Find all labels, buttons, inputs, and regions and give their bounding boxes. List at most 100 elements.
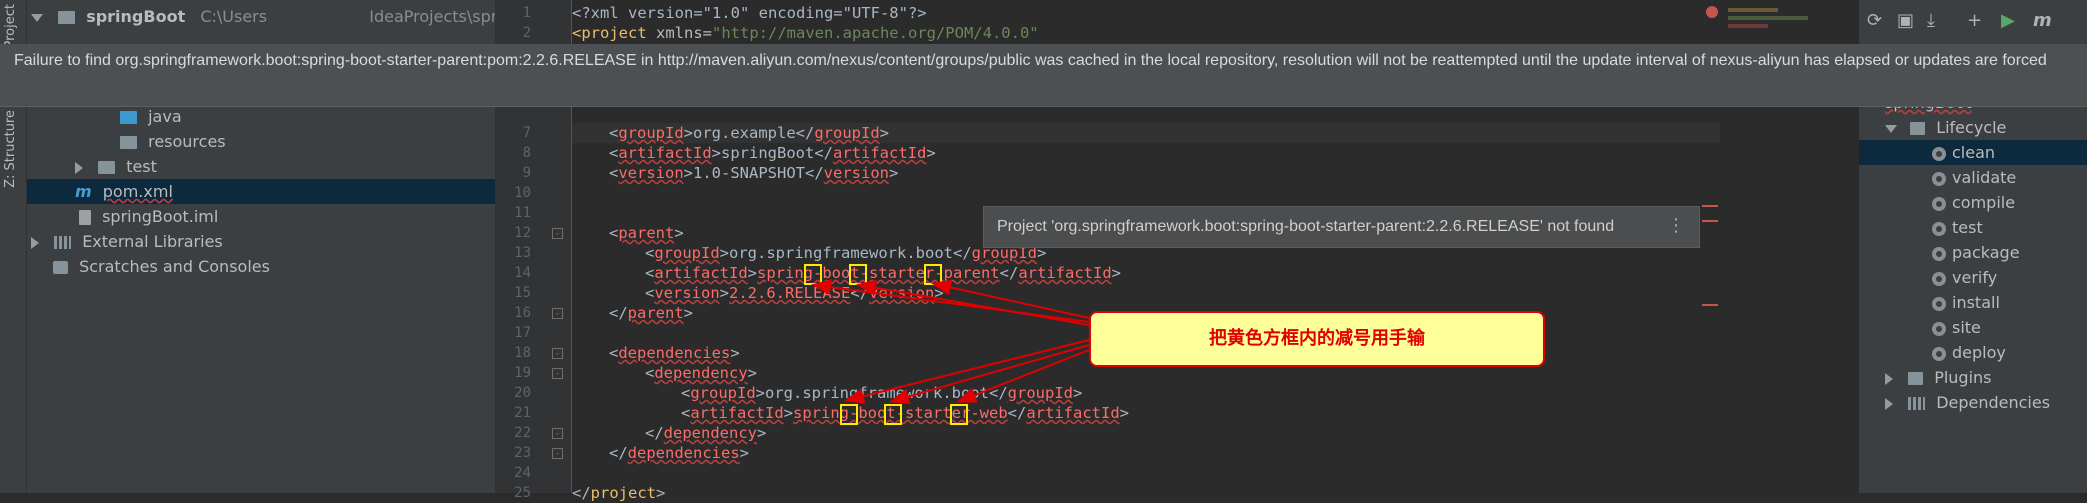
hyphen-highlight-box <box>849 264 867 285</box>
tree-item-scratches[interactable]: Scratches and Consoles <box>53 254 270 279</box>
fold-marker-icon[interactable]: - <box>552 448 563 459</box>
gear-icon <box>1932 146 1946 161</box>
goal-clean[interactable]: clean <box>1859 140 2087 165</box>
line-number: 18 <box>514 345 531 361</box>
code-line-21: <artifactId>spring-boot-starter-web</art… <box>681 404 1129 422</box>
add-folder-icon[interactable]: ▣ <box>1897 10 1914 31</box>
line-number: 16 <box>514 305 531 321</box>
line-number: 24 <box>514 465 531 481</box>
tree-item-label: springBoot.iml <box>102 207 219 226</box>
code-line-20: <groupId>org.springframework.boot</group… <box>681 384 1083 402</box>
gear-icon <box>1932 246 1946 261</box>
hyphen-highlight-box <box>840 404 858 425</box>
line-number: 20 <box>514 385 531 401</box>
gear-icon <box>1932 296 1946 311</box>
run-icon[interactable]: ▶ <box>2001 10 2015 31</box>
goal-verify[interactable]: verify <box>1932 265 1997 290</box>
project-root-row[interactable]: springBoot C:\Users IdeaProjects\springB… <box>31 4 559 29</box>
line-number: 13 <box>514 245 531 261</box>
tree-item-test[interactable]: test <box>75 154 157 179</box>
fold-marker-icon[interactable]: - <box>552 308 563 319</box>
dependencies-icon <box>1908 397 1926 410</box>
expand-arrow-icon[interactable] <box>1885 124 1897 133</box>
code-line-18: <dependencies> <box>609 344 740 362</box>
folder-icon <box>98 161 116 174</box>
line-number: 17 <box>514 325 531 341</box>
code-line-8: <artifactId>springBoot</artifactId> <box>609 144 936 162</box>
fold-marker-icon[interactable]: - <box>552 368 563 379</box>
goal-package[interactable]: package <box>1932 240 2020 265</box>
error-stripe-mark[interactable] <box>1702 205 1718 207</box>
error-popup[interactable]: Project 'org.springframework.boot:spring… <box>983 206 1700 248</box>
tree-item-label: java <box>148 107 182 126</box>
plus-icon[interactable]: + <box>1967 10 1982 31</box>
notification-message: Failure to find org.springframework.boot… <box>14 52 2047 69</box>
tree-item-label: test <box>126 157 157 176</box>
error-indicator-icon[interactable] <box>1706 6 1718 18</box>
code-line-15: <version>2.2.6.RELEASE</version> <box>645 284 944 302</box>
line-number: 9 <box>522 165 531 181</box>
download-icon[interactable]: ⤓ <box>1927 10 1935 31</box>
tree-item-external-libraries[interactable]: External Libraries <box>31 229 223 254</box>
line-number: 25 <box>514 485 531 501</box>
popup-message: Project 'org.springframework.boot:spring… <box>997 218 1615 235</box>
expand-arrow-icon[interactable] <box>1885 397 1893 410</box>
code-line-9: <version>1.0-SNAPSHOT</version> <box>609 164 899 182</box>
project-root-path: C:\Users <box>200 7 268 26</box>
gear-icon <box>1932 271 1946 286</box>
expand-arrow-icon[interactable] <box>31 13 43 22</box>
goal-site[interactable]: site <box>1932 315 1981 340</box>
hyphen-highlight-box <box>884 404 902 425</box>
expand-arrow-icon[interactable] <box>75 161 83 174</box>
fold-marker-icon[interactable]: - <box>552 228 563 239</box>
project-root-name: springBoot <box>86 7 186 26</box>
maven-m-icon[interactable]: m <box>2033 10 2052 31</box>
line-number: 11 <box>514 205 531 221</box>
tree-item-resources[interactable]: resources <box>120 129 226 154</box>
library-icon <box>54 236 72 249</box>
line-number: 10 <box>514 185 531 201</box>
tree-item-java[interactable]: java <box>120 104 182 129</box>
tree-item-springboot-iml[interactable]: springBoot.iml <box>79 204 218 229</box>
goal-validate[interactable]: validate <box>1932 165 2016 190</box>
goal-compile[interactable]: compile <box>1932 190 2015 215</box>
line-number: 14 <box>514 265 531 281</box>
code-line-19: <dependency> <box>645 364 758 382</box>
code-line-22: </dependency> <box>645 424 767 442</box>
goal-deploy[interactable]: deploy <box>1932 340 2006 365</box>
error-stripe-mark[interactable] <box>1702 220 1718 222</box>
refresh-icon[interactable]: ⟳ <box>1867 10 1882 31</box>
lifecycle-label: Lifecycle <box>1936 118 2007 137</box>
structure-tool-tab[interactable]: Z: Structure <box>3 110 18 188</box>
more-vertical-icon[interactable]: ⋮ <box>1667 215 1685 236</box>
expand-arrow-icon[interactable] <box>31 236 39 249</box>
fold-marker-icon[interactable]: - <box>552 348 563 359</box>
hyphen-highlight-box <box>924 264 942 285</box>
code-line-14: <artifactId>spring-boot-starter-parent</… <box>645 264 1121 282</box>
line-number: 7 <box>522 125 531 141</box>
iml-file-icon <box>79 210 91 225</box>
scratches-icon <box>53 261 68 274</box>
dependencies-row[interactable]: Dependencies <box>1885 390 2050 415</box>
line-number: 15 <box>514 285 531 301</box>
error-stripe-mark[interactable] <box>1702 304 1718 306</box>
goal-install[interactable]: install <box>1932 290 2000 315</box>
code-line-12: <parent> <box>609 224 684 242</box>
annotation-callout: 把黄色方框内的减号用手输 <box>1089 311 1545 367</box>
plugins-row[interactable]: Plugins <box>1885 365 1992 390</box>
expand-arrow-icon[interactable] <box>1885 372 1893 385</box>
gear-icon <box>1932 196 1946 211</box>
line-number: 8 <box>522 145 531 161</box>
code-line-16: </parent> <box>609 304 694 322</box>
line-number: 1 <box>522 5 531 21</box>
code-line-1: <?xml version="1.0" encoding="UTF-8"?> <box>572 4 927 22</box>
lifecycle-row[interactable]: Lifecycle <box>1885 115 2006 140</box>
lifecycle-folder-icon <box>1910 122 1926 135</box>
goal-test[interactable]: test <box>1932 215 1983 240</box>
gear-icon <box>1932 346 1946 361</box>
tree-item-pom-xml[interactable]: m pom.xml <box>27 179 495 204</box>
fold-marker-icon[interactable]: - <box>552 428 563 439</box>
line-number: 21 <box>514 405 531 421</box>
code-line-2: <project xmlns="http://maven.apache.org/… <box>572 24 1039 42</box>
notification-banner[interactable]: Failure to find org.springframework.boot… <box>0 44 2087 107</box>
